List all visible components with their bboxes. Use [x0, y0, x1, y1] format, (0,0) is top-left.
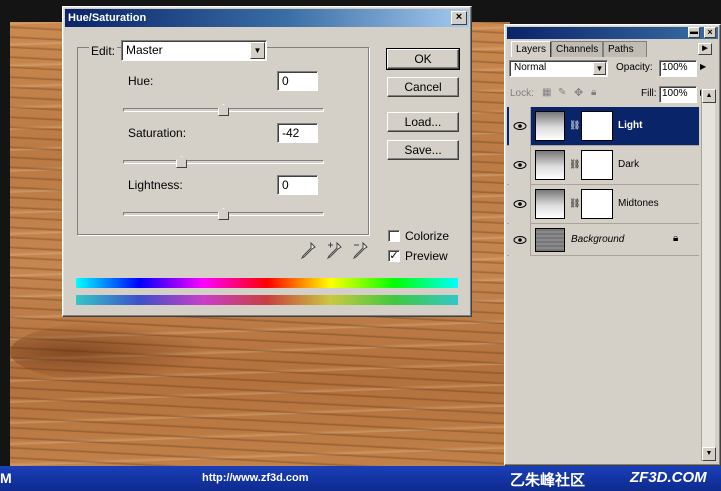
hue-input[interactable]: 0 — [277, 71, 318, 91]
lock-move-icon[interactable]: ✥ — [574, 86, 583, 99]
edit-channel-select[interactable]: Master ▼ — [121, 40, 267, 61]
tab-channels[interactable]: Channels — [551, 41, 603, 57]
adjustment-thumbnail[interactable] — [535, 150, 565, 180]
lightness-label: Lightness: — [128, 178, 183, 192]
banner-site-name: 乙朱峰社区 — [510, 472, 586, 489]
eye-icon[interactable] — [509, 107, 531, 146]
site-banner: M http://www.zf3d.com 乙朱峰社区 ZF3D.COM — [0, 466, 721, 491]
hue-saturation-dialog: Hue/Saturation × Edit: Master ▼ Hue: 0 S… — [62, 6, 472, 317]
chevron-down-icon[interactable]: ▼ — [250, 42, 265, 59]
banner-domain: ZF3D.COM — [630, 469, 707, 486]
eye-icon[interactable] — [509, 224, 531, 256]
layer-name: Light — [618, 120, 643, 131]
layer-name: Midtones — [618, 198, 659, 209]
tab-paths[interactable]: Paths — [603, 41, 647, 57]
colorize-label: Colorize — [405, 229, 450, 243]
mask-thumbnail[interactable] — [581, 111, 613, 141]
layers-panel: ▬ × Layers Channels Paths ▶ Normal ▼ Opa… — [504, 24, 721, 466]
input-spectrum-bar — [76, 278, 458, 288]
panel-titlebar[interactable]: ▬ × — [507, 27, 718, 39]
layer-row-midtones[interactable]: ⛓ Midtones — [507, 185, 699, 224]
edit-label: Edit: — [89, 44, 118, 58]
eye-icon[interactable] — [509, 146, 531, 185]
blend-mode-value: Normal — [514, 62, 547, 73]
eyedropper-minus-icon[interactable] — [352, 242, 368, 260]
preview-label: Preview — [405, 249, 448, 263]
edit-channel-value: Master — [126, 43, 163, 57]
chain-link-icon[interactable]: ⛓ — [569, 159, 580, 170]
saturation-input[interactable]: -42 — [277, 123, 318, 143]
close-icon[interactable]: × — [451, 11, 467, 25]
eyedropper-plus-icon[interactable] — [326, 242, 342, 260]
load-button[interactable]: Load... — [387, 112, 459, 132]
saturation-slider-track[interactable] — [123, 160, 324, 164]
banner-url[interactable]: http://www.zf3d.com — [202, 472, 309, 484]
colorize-checkbox[interactable] — [388, 230, 400, 242]
chevron-down-icon[interactable]: ▼ — [593, 62, 606, 75]
layer-name: Dark — [618, 159, 640, 170]
eye-icon[interactable] — [509, 185, 531, 224]
chain-link-icon[interactable]: ⛓ — [569, 198, 580, 209]
wood-knot — [10, 322, 210, 382]
scroll-down-icon[interactable]: ▼ — [702, 447, 716, 461]
panel-menu-icon[interactable]: ▶ — [698, 43, 712, 55]
lightness-input[interactable]: 0 — [277, 175, 318, 195]
saturation-label: Saturation: — [128, 126, 187, 140]
tab-layers[interactable]: Layers — [511, 41, 551, 57]
background-thumbnail[interactable] — [535, 228, 565, 252]
ok-button[interactable]: OK — [386, 48, 460, 70]
cancel-button[interactable]: Cancel — [387, 77, 459, 97]
scroll-up-icon[interactable]: ▲ — [702, 89, 716, 103]
dialog-title: Hue/Saturation — [68, 12, 147, 24]
minimize-icon[interactable]: ▬ — [688, 27, 700, 38]
eyedropper-icon[interactable] — [300, 242, 316, 260]
adjustment-thumbnail[interactable] — [535, 111, 565, 141]
layer-row-background[interactable]: Background 🔒︎ — [507, 224, 699, 256]
layer-row-light[interactable]: ⛓ Light — [507, 107, 699, 146]
opacity-input[interactable]: 100% — [659, 60, 697, 77]
lock-label: Lock: — [510, 88, 534, 99]
hue-label: Hue: — [128, 74, 154, 88]
lock-transparency-icon[interactable]: ▦ — [542, 87, 551, 98]
lock-all-icon[interactable]: 🔒︎ — [591, 87, 596, 98]
close-icon[interactable]: × — [704, 27, 716, 38]
adjustment-thumbnail[interactable] — [535, 189, 565, 219]
banner-left-text: M — [0, 470, 12, 486]
save-button[interactable]: Save... — [387, 140, 459, 160]
lock-paint-icon[interactable]: ✎ — [558, 87, 566, 98]
layers-scrollbar[interactable]: ▲ ▼ — [701, 89, 716, 461]
settings-groupbox — [77, 47, 369, 235]
dialog-titlebar[interactable]: Hue/Saturation × — [65, 9, 469, 27]
mask-thumbnail[interactable] — [581, 189, 613, 219]
opacity-label: Opacity: — [616, 62, 653, 73]
mask-thumbnail[interactable] — [581, 150, 613, 180]
layer-row-dark[interactable]: ⛓ Dark — [507, 146, 699, 185]
preview-checkbox[interactable]: ✓ — [388, 250, 400, 262]
layer-name: Background — [571, 234, 625, 245]
opacity-arrow-icon[interactable]: ▶ — [700, 62, 706, 71]
fill-input[interactable]: 100% — [659, 86, 697, 103]
lock-icon: 🔒︎ — [673, 233, 679, 244]
fill-label: Fill: — [641, 88, 657, 99]
chain-link-icon[interactable]: ⛓ — [569, 120, 580, 131]
blend-mode-select[interactable]: Normal ▼ — [509, 60, 608, 77]
output-spectrum-bar — [76, 295, 458, 305]
